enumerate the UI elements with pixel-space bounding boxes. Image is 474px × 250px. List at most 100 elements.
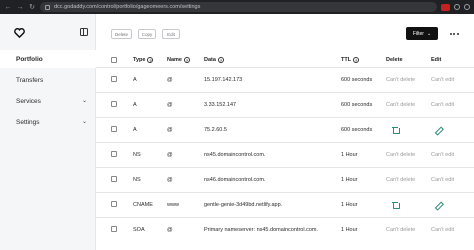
record-ttl: 1 Hour <box>341 201 358 208</box>
dot-icon <box>449 32 452 35</box>
collapse-sidebar-icon[interactable] <box>80 28 88 36</box>
record-name: www <box>167 201 179 208</box>
record-ttl: 600 seconds <box>341 126 373 133</box>
record-type: CNAME <box>133 201 153 208</box>
record-type: NS <box>133 151 141 158</box>
sidebar-item-label: Portfolio <box>16 55 43 63</box>
record-data: 3.33.152.147 <box>204 101 237 108</box>
row-checkbox[interactable] <box>111 101 117 107</box>
table-row: SOA @ Primary nameserver: ns45.domaincon… <box>96 217 474 241</box>
record-data: gentle-genie-3d49bd.netlify.app. <box>204 201 283 208</box>
record-type: A <box>133 101 137 108</box>
record-ttl: 1 Hour <box>341 151 358 158</box>
chevron-down-icon: ⌄ <box>426 30 432 37</box>
pencil-icon <box>435 200 443 208</box>
chevron-down-icon: ⌄ <box>82 119 88 125</box>
record-type: NS <box>133 176 141 183</box>
edit-status: Can't edit <box>431 226 455 233</box>
profile-icon[interactable] <box>454 4 460 10</box>
column-ttl-label: TTL <box>341 57 352 63</box>
dot-icon <box>456 32 459 35</box>
select-all-checkbox[interactable] <box>111 57 117 63</box>
table-row: NS @ ns46.domaincontrol.com. 1 Hour Can'… <box>96 167 474 191</box>
url-text: dcc.godaddy.com/control/portfolio/gageom… <box>54 4 201 10</box>
record-name: @ <box>167 101 173 108</box>
table-row: NS @ ns45.domaincontrol.com. 1 Hour Can'… <box>96 142 474 166</box>
copy-button[interactable]: Copy <box>138 29 156 39</box>
chevron-down-icon: ⌄ <box>82 98 88 104</box>
help-icon[interactable]: ? <box>147 57 154 63</box>
sidebar: Portfolio Transfers Services ⌄ Settings … <box>0 14 96 250</box>
table-row: A @ 75.2.60.5 600 seconds <box>96 117 474 141</box>
record-ttl: 600 seconds <box>341 76 373 83</box>
trash-icon <box>392 126 400 134</box>
delete-status: Can't delete <box>386 151 416 158</box>
delete-status: Can't delete <box>386 226 416 233</box>
browser-toolbar: ← → ↻ dcc.godaddy.com/control/portfolio/… <box>0 0 474 14</box>
help-icon[interactable]: ? <box>217 57 224 63</box>
delete-button[interactable]: Delete <box>111 29 132 39</box>
extension-icon[interactable] <box>441 3 450 11</box>
table-row: A @ 15.197.142.173 600 seconds Can't del… <box>96 67 474 91</box>
record-ttl: 1 Hour <box>341 226 358 233</box>
delete-status: Can't delete <box>386 101 416 108</box>
pencil-icon <box>435 125 443 133</box>
filter-button[interactable]: Filter ⌄ <box>406 27 438 40</box>
delete-status: Can't delete <box>386 76 416 83</box>
address-bar[interactable]: dcc.godaddy.com/control/portfolio/gageom… <box>40 2 437 12</box>
menu-icon[interactable] <box>464 4 470 10</box>
edit-button[interactable]: Edit <box>162 29 180 39</box>
sidebar-item-label: Services <box>16 97 41 105</box>
row-checkbox[interactable] <box>111 151 117 157</box>
help-icon[interactable]: ? <box>353 57 360 63</box>
godaddy-logo-icon[interactable] <box>14 27 25 38</box>
edit-status: Can't edit <box>431 151 455 158</box>
reload-icon[interactable]: ↻ <box>28 3 36 11</box>
edit-status: Can't edit <box>431 176 455 183</box>
sidebar-item-label: Transfers <box>16 76 44 84</box>
edit-record-button[interactable] <box>436 118 442 141</box>
record-type: SOA <box>133 226 145 233</box>
forward-icon[interactable]: → <box>16 4 24 11</box>
sidebar-item-label: Settings <box>16 118 40 126</box>
column-name-label: Name <box>167 57 182 63</box>
column-data-label: Data <box>204 57 216 63</box>
record-name: @ <box>167 126 173 133</box>
row-checkbox[interactable] <box>111 226 117 232</box>
column-edit-label: Edit <box>431 57 442 63</box>
sidebar-item-services[interactable]: Services ⌄ <box>0 92 96 110</box>
dot-icon <box>453 32 455 35</box>
record-data: ns46.domaincontrol.com. <box>204 176 266 183</box>
record-name: @ <box>167 76 173 83</box>
table-header: Type ? Name ? Data ? TTL ? Delete Edit <box>96 54 474 66</box>
column-delete-label: Delete <box>386 57 403 63</box>
delete-record-button[interactable] <box>392 193 400 216</box>
sidebar-item-transfers[interactable]: Transfers <box>0 71 96 89</box>
help-icon[interactable]: ? <box>183 57 190 63</box>
record-type: A <box>133 76 137 83</box>
record-data: Primary nameserver: ns45.domaincontrol.c… <box>204 226 319 233</box>
record-ttl: 1 Hour <box>341 176 358 183</box>
row-checkbox[interactable] <box>111 126 117 132</box>
record-ttl: 600 seconds <box>341 101 373 108</box>
row-checkbox[interactable] <box>111 176 117 182</box>
back-icon[interactable]: ← <box>4 4 12 11</box>
edit-record-button[interactable] <box>436 193 442 216</box>
filter-label: Filter <box>412 30 424 37</box>
record-type: A <box>133 126 137 133</box>
row-checkbox[interactable] <box>111 201 117 207</box>
record-data: 75.2.60.5 <box>204 126 227 133</box>
sidebar-item-portfolio[interactable]: Portfolio <box>0 50 96 68</box>
row-checkbox[interactable] <box>111 76 117 82</box>
more-options-button[interactable] <box>445 27 463 40</box>
table-row: CNAME www gentle-genie-3d49bd.netlify.ap… <box>96 192 474 216</box>
record-name: @ <box>167 226 173 233</box>
delete-record-button[interactable] <box>392 118 400 141</box>
column-type-label: Type <box>133 57 146 63</box>
edit-status: Can't edit <box>431 101 455 108</box>
record-name: @ <box>167 151 173 158</box>
trash-icon <box>392 201 400 209</box>
sidebar-item-settings[interactable]: Settings ⌄ <box>0 113 96 131</box>
record-data: 15.197.142.173 <box>204 76 243 83</box>
delete-status: Can't delete <box>386 176 416 183</box>
